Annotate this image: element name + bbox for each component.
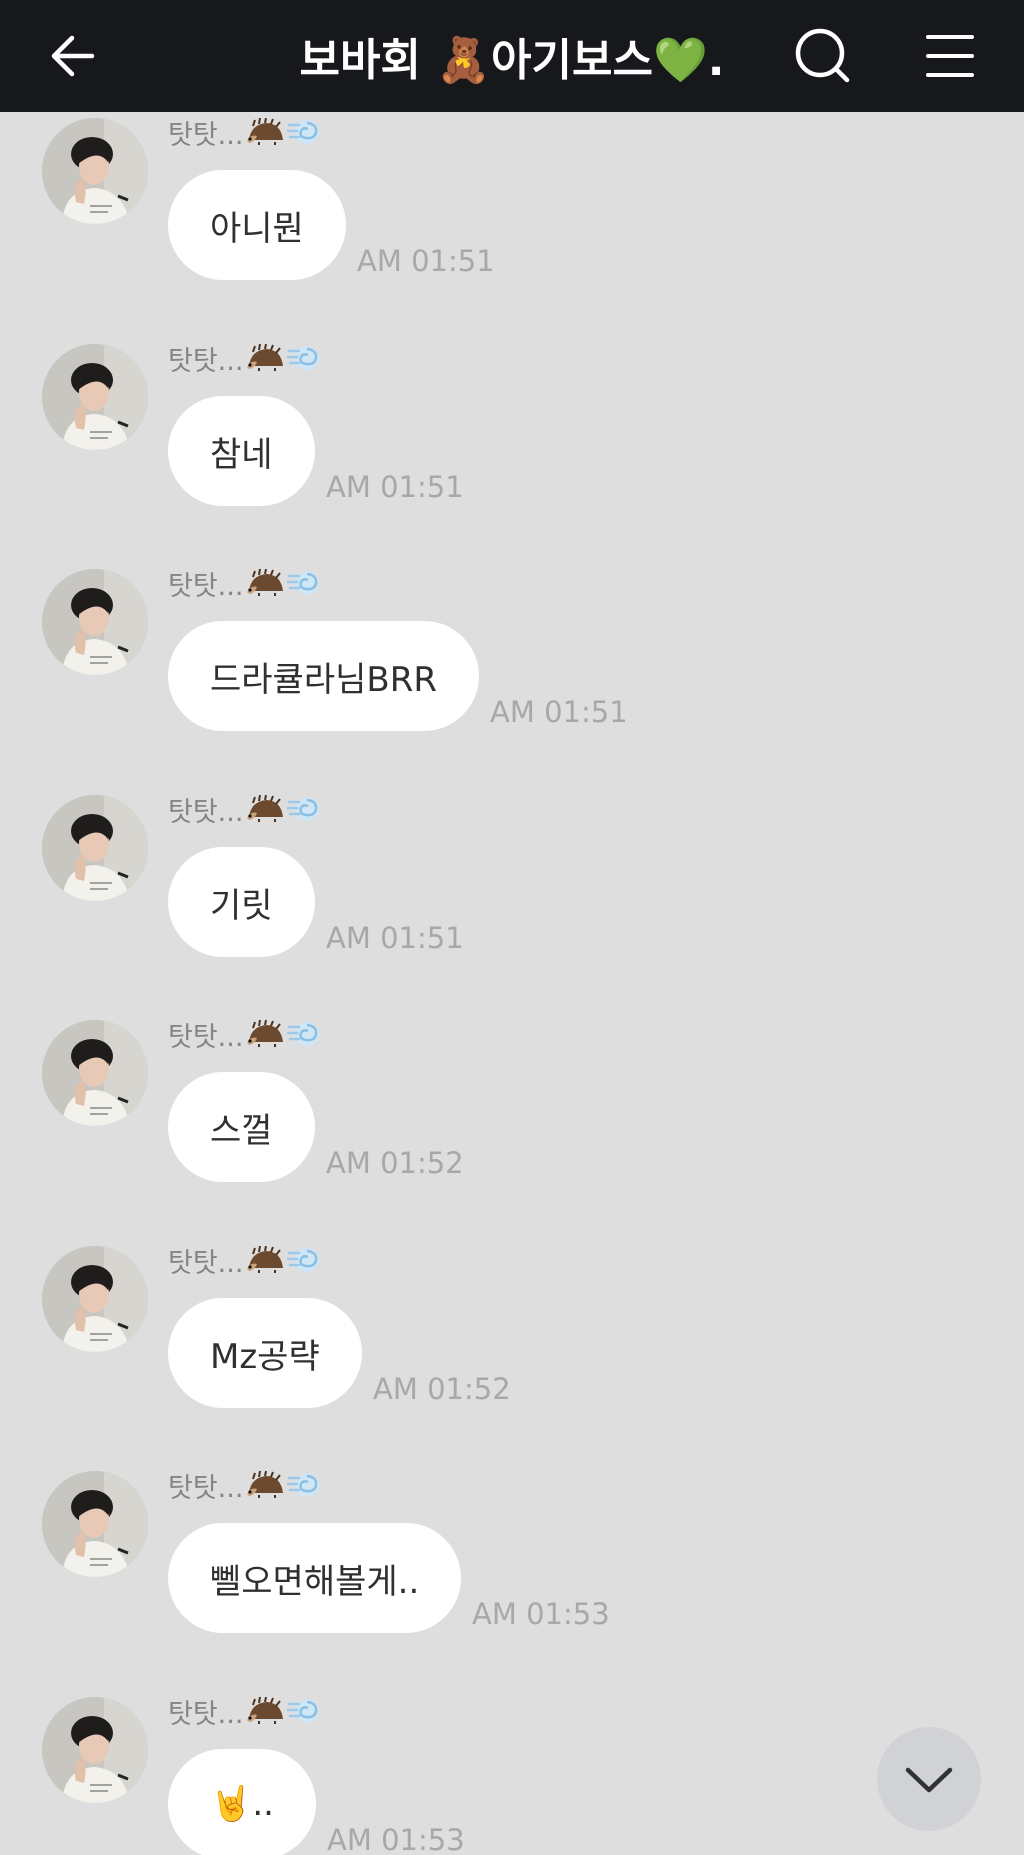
sender-name-text: 탓탓...: [168, 1472, 244, 1504]
dash-icon: [287, 797, 320, 821]
message-text: 드라큘라님BRR: [210, 659, 437, 700]
avatar[interactable]: [42, 1697, 148, 1803]
message-bubble[interactable]: 🤘..: [168, 1749, 316, 1855]
hedgehog-icon: [247, 795, 284, 822]
dash-icon: [287, 571, 320, 595]
hedgehog-icon: [247, 1697, 284, 1724]
hedgehog-icon: [247, 118, 284, 145]
dash-icon: [287, 1022, 320, 1046]
avatar[interactable]: [42, 1246, 148, 1352]
chat-room-title: 보바회 🧸아기보스💚.: [299, 35, 725, 86]
arrow-left-icon: [51, 35, 95, 77]
hedgehog-icon: [247, 569, 284, 596]
message-text: 🤘..: [210, 1784, 274, 1824]
message-text: 스껄: [210, 1110, 273, 1151]
hedgehog-icon: [247, 1471, 284, 1498]
message-row: 탓탓... 스껄 AM 01:52: [0, 1020, 1024, 1245]
chevron-down-icon: [905, 1767, 953, 1793]
profile-photo-icon: [42, 1471, 148, 1577]
message-time: AM 01:51: [490, 695, 628, 729]
sender-name-text: 탓탓...: [168, 1247, 244, 1279]
avatar[interactable]: [42, 1020, 148, 1126]
dash-icon: [287, 346, 320, 370]
message-time: AM 01:53: [327, 1823, 465, 1855]
message-text: 기릿: [210, 885, 273, 926]
message-bubble[interactable]: 참네: [168, 396, 315, 506]
sender-name-text: 탓탓...: [168, 796, 244, 828]
message-row: 탓탓... 참네 AM 01:51: [0, 344, 1024, 569]
avatar[interactable]: [42, 569, 148, 675]
message-text: 뻴오면해볼게..: [210, 1561, 420, 1602]
sender-name: 탓탓...: [168, 789, 325, 829]
sender-name-text: 탓탓...: [168, 1698, 244, 1730]
sender-name-text: 탓탓...: [168, 119, 244, 151]
message-bubble[interactable]: 스껄: [168, 1072, 315, 1182]
message-row: 탓탓... 🤘.. AM 01:53: [0, 1697, 1024, 1855]
sender-name: 탓탓...: [168, 1691, 325, 1731]
message-bubble[interactable]: 아니뭔: [168, 170, 346, 280]
message-bubble[interactable]: Mz공략: [168, 1298, 362, 1408]
dash-icon: [287, 120, 320, 144]
sender-name: 탓탓...: [168, 1240, 325, 1280]
sender-name: 탓탓...: [168, 1465, 325, 1505]
dash-icon: [287, 1473, 320, 1497]
message-text: Mz공략: [210, 1336, 320, 1377]
profile-photo-icon: [42, 118, 148, 224]
hedgehog-icon: [247, 1020, 284, 1047]
message-time: AM 01:51: [326, 470, 464, 504]
message-time: AM 01:52: [373, 1372, 511, 1406]
sender-name: 탓탓...: [168, 112, 325, 152]
sender-name-text: 탓탓...: [168, 345, 244, 377]
chat-screen: 보바회 🧸아기보스💚. 탓탓... 아니뭔 AM 01:51 탓탓... 참네 …: [0, 0, 1024, 1855]
back-button[interactable]: [26, 0, 122, 112]
message-bubble[interactable]: 뻴오면해볼게..: [168, 1523, 462, 1633]
dash-icon: [287, 1248, 320, 1272]
message-time: AM 01:52: [326, 1146, 464, 1180]
profile-photo-icon: [42, 1697, 148, 1803]
message-row: 탓탓... 아니뭔 AM 01:51: [0, 118, 1024, 343]
avatar[interactable]: [42, 795, 148, 901]
profile-photo-icon: [42, 1020, 148, 1126]
hedgehog-icon: [247, 1246, 284, 1273]
message-time: AM 01:53: [472, 1597, 610, 1631]
message-row: 탓탓... 기릿 AM 01:51: [0, 795, 1024, 1020]
profile-photo-icon: [42, 795, 148, 901]
sender-name: 탓탓...: [168, 338, 325, 378]
sender-name-text: 탓탓...: [168, 1021, 244, 1053]
avatar[interactable]: [42, 344, 148, 450]
avatar[interactable]: [42, 1471, 148, 1577]
menu-button[interactable]: [902, 0, 998, 112]
message-row: 탓탓... 드라큘라님BRR AM 01:51: [0, 569, 1024, 794]
message-bubble[interactable]: 드라큘라님BRR: [168, 621, 479, 731]
hamburger-menu-icon: [926, 35, 974, 77]
dash-icon: [287, 1699, 320, 1723]
sender-name-text: 탓탓...: [168, 570, 244, 602]
chat-header: 보바회 🧸아기보스💚.: [0, 0, 1024, 112]
profile-photo-icon: [42, 1246, 148, 1352]
message-time: AM 01:51: [357, 244, 495, 278]
message-row: 탓탓... 뻴오면해볼게.. AM 01:53: [0, 1471, 1024, 1696]
profile-photo-icon: [42, 344, 148, 450]
message-row: 탓탓... Mz공략 AM 01:52: [0, 1246, 1024, 1471]
sender-name: 탓탓...: [168, 563, 325, 603]
hedgehog-icon: [247, 344, 284, 371]
profile-photo-icon: [42, 569, 148, 675]
message-text: 참네: [210, 434, 273, 475]
message-bubble[interactable]: 기릿: [168, 847, 315, 957]
sender-name: 탓탓...: [168, 1014, 325, 1054]
search-button[interactable]: [775, 0, 871, 112]
message-text: 아니뭔: [210, 208, 304, 249]
message-time: AM 01:51: [326, 921, 464, 955]
scroll-to-bottom-button[interactable]: [877, 1727, 981, 1831]
search-icon: [795, 28, 850, 83]
avatar[interactable]: [42, 118, 148, 224]
